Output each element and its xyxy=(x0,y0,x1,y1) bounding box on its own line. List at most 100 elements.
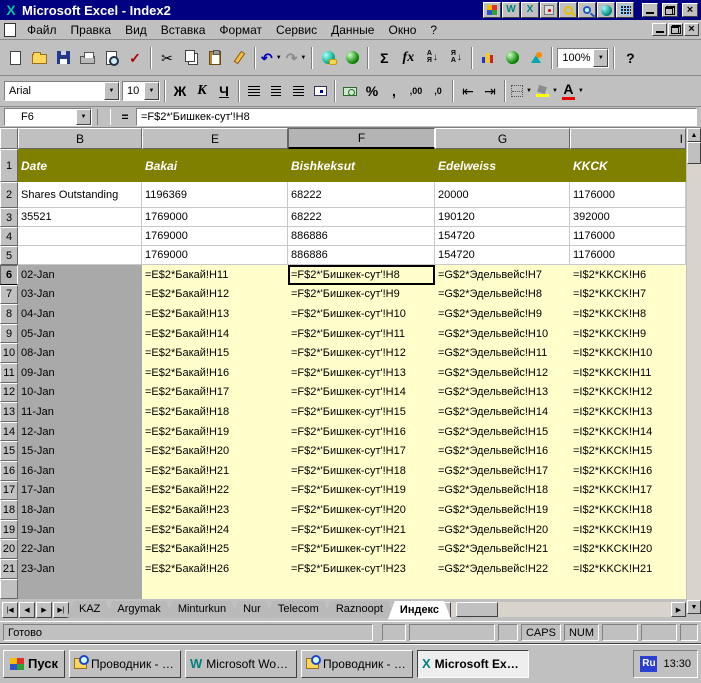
menu-item-1[interactable]: Правка xyxy=(64,21,119,39)
column-header-E[interactable]: E xyxy=(142,128,288,149)
decrease-indent-button[interactable]: ⇤ xyxy=(457,80,479,102)
cell-F21[interactable]: =F$2*'Бишкек-сут'!H23 xyxy=(288,559,435,579)
web-toolbar-button[interactable] xyxy=(340,46,364,70)
cell-F12[interactable]: =F$2*'Бишкек-сут'!H14 xyxy=(288,383,435,403)
cell-E1[interactable]: Bakai xyxy=(142,149,288,182)
font-name-select[interactable]: Arial▼ xyxy=(4,81,120,101)
language-indicator[interactable]: Ru xyxy=(640,656,657,672)
print-button[interactable] xyxy=(75,46,99,70)
cell-F4[interactable]: 886886 xyxy=(288,227,435,246)
sheet-tab-Minturkun[interactable]: Minturkun xyxy=(166,601,238,618)
cell-F20[interactable]: =F$2*'Бишкек-сут'!H22 xyxy=(288,539,435,559)
row-header-12[interactable]: 12 xyxy=(0,383,18,403)
cell-G11[interactable]: =G$2*Эдельвейс!H12 xyxy=(435,363,570,383)
cell-I10[interactable]: =I$2*KKCK!H10 xyxy=(570,343,686,363)
cell-E4[interactable]: 1769000 xyxy=(142,227,288,246)
find-shortcut-icon[interactable] xyxy=(578,2,596,18)
cell-E10[interactable]: =E$2*Бакай!H15 xyxy=(142,343,288,363)
chart-wizard-button[interactable] xyxy=(476,46,500,70)
cell-F11[interactable]: =F$2*'Бишкек-сут'!H13 xyxy=(288,363,435,383)
redo-button[interactable]: ↷▼ xyxy=(284,46,309,70)
word-shortcut-icon[interactable]: W xyxy=(502,2,520,18)
row-header-21[interactable]: 21 xyxy=(0,559,18,579)
cell-I8[interactable]: =I$2*KKCK!H8 xyxy=(570,304,686,324)
cell-I16[interactable]: =I$2*KKCK!H16 xyxy=(570,461,686,481)
drawing-button[interactable] xyxy=(524,46,548,70)
cell-I17[interactable]: =I$2*KKCK!H17 xyxy=(570,481,686,501)
dropdown-arrow-icon[interactable]: ▼ xyxy=(300,55,306,61)
row-header-5[interactable]: 5 xyxy=(0,246,18,265)
row-header-8[interactable]: 8 xyxy=(0,304,18,324)
cell-I7[interactable]: =I$2*KKCK!H7 xyxy=(570,285,686,305)
cell-E3[interactable]: 1769000 xyxy=(142,208,288,227)
cell[interactable] xyxy=(288,579,435,600)
first-sheet-button[interactable]: |◀ xyxy=(2,602,18,618)
taskbar-clock[interactable]: 13:30 xyxy=(663,658,691,670)
dropdown-arrow-icon[interactable]: ▼ xyxy=(276,55,282,61)
globe-shortcut-icon[interactable] xyxy=(597,2,615,18)
taskbar-button-0[interactable]: Проводник - Кфб xyxy=(69,650,181,678)
paste-button[interactable] xyxy=(203,46,227,70)
align-center-button[interactable] xyxy=(265,80,287,102)
autosum-button[interactable]: Σ xyxy=(372,46,396,70)
align-right-button[interactable] xyxy=(287,80,309,102)
close-button[interactable]: × xyxy=(682,3,698,17)
cell-B7[interactable]: 03-Jan xyxy=(18,285,142,305)
cell-G16[interactable]: =G$2*Эдельвейс!H17 xyxy=(435,461,570,481)
format-painter-button[interactable] xyxy=(227,46,251,70)
menu-item-5[interactable]: Сервис xyxy=(269,21,324,39)
name-box-dropdown-icon[interactable]: ▼ xyxy=(76,109,91,125)
cell-I2[interactable]: 1176000 xyxy=(570,182,686,208)
cell-G17[interactable]: =G$2*Эдельвейс!H18 xyxy=(435,481,570,501)
cell-B18[interactable]: 18-Jan xyxy=(18,500,142,520)
increase-indent-button[interactable]: ⇥ xyxy=(479,80,501,102)
workbook-restore-button[interactable] xyxy=(668,23,683,36)
cell-B4[interactable] xyxy=(18,227,142,246)
copy-button[interactable] xyxy=(179,46,203,70)
cell-F17[interactable]: =F$2*'Бишкек-сут'!H19 xyxy=(288,481,435,501)
row-header-14[interactable]: 14 xyxy=(0,422,18,442)
cell-F16[interactable]: =F$2*'Бишкек-сут'!H18 xyxy=(288,461,435,481)
row-header-20[interactable]: 20 xyxy=(0,539,18,559)
insert-hyperlink-button[interactable] xyxy=(316,46,340,70)
sheet-tab-Argymak[interactable]: Argymak xyxy=(105,601,172,618)
percent-style-button[interactable]: % xyxy=(361,80,383,102)
scroll-down-button[interactable]: ▼ xyxy=(687,600,701,614)
column-header-I[interactable]: I xyxy=(570,128,686,149)
cell-I1[interactable]: KKCK xyxy=(570,149,686,182)
row-header-partial[interactable] xyxy=(0,579,18,600)
cell-B5[interactable] xyxy=(18,246,142,265)
cell-I3[interactable]: 392000 xyxy=(570,208,686,227)
menu-item-3[interactable]: Вставка xyxy=(154,21,213,39)
cell-E14[interactable]: =E$2*Бакай!H19 xyxy=(142,422,288,442)
cell-F9[interactable]: =F$2*'Бишкек-сут'!H11 xyxy=(288,324,435,344)
excel-shortcut-icon[interactable]: X xyxy=(521,2,539,18)
cell-I14[interactable]: =I$2*KKCK!H14 xyxy=(570,422,686,442)
minimize-button[interactable] xyxy=(642,3,658,17)
menu-item-2[interactable]: Вид xyxy=(118,21,154,39)
cell-F15[interactable]: =F$2*'Бишкек-сут'!H17 xyxy=(288,441,435,461)
next-sheet-button[interactable]: ▶ xyxy=(36,602,52,618)
row-header-10[interactable]: 10 xyxy=(0,343,18,363)
cell-E11[interactable]: =E$2*Бакай!H16 xyxy=(142,363,288,383)
cell-I6[interactable]: =I$2*KKCK!H6 xyxy=(570,265,686,285)
workbook-minimize-button[interactable] xyxy=(652,23,667,36)
dropdown-arrow-icon[interactable]: ▼ xyxy=(593,49,608,67)
cell-I12[interactable]: =I$2*KKCK!H12 xyxy=(570,383,686,403)
row-header-11[interactable]: 11 xyxy=(0,363,18,383)
row-header-6[interactable]: 6 xyxy=(0,265,18,285)
cell-I13[interactable]: =I$2*KKCK!H13 xyxy=(570,402,686,422)
cell-G2[interactable]: 20000 xyxy=(435,182,570,208)
dropdown-arrow-icon[interactable]: ▼ xyxy=(552,88,558,94)
row-header-16[interactable]: 16 xyxy=(0,461,18,481)
scroll-up-button[interactable]: ▲ xyxy=(687,128,701,142)
cell-I18[interactable]: =I$2*KKCK!H18 xyxy=(570,500,686,520)
cell-G9[interactable]: =G$2*Эдельвейс!H10 xyxy=(435,324,570,344)
cell-E8[interactable]: =E$2*Бакай!H13 xyxy=(142,304,288,324)
cell-E6[interactable]: =E$2*Бакай!H11 xyxy=(142,265,288,285)
cell-G7[interactable]: =G$2*Эдельвейс!H8 xyxy=(435,285,570,305)
grid-shortcut-icon[interactable] xyxy=(616,2,634,18)
cell[interactable] xyxy=(570,579,686,600)
last-sheet-button[interactable]: ▶| xyxy=(53,602,69,618)
cell-I5[interactable]: 1176000 xyxy=(570,246,686,265)
